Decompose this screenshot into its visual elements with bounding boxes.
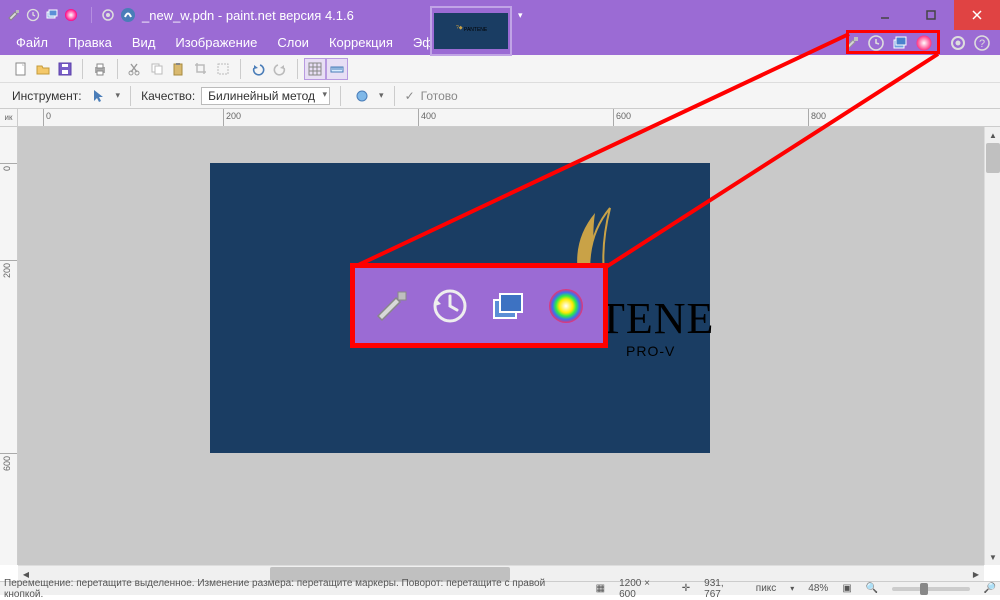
- svg-text:?: ?: [979, 38, 985, 50]
- history-icon[interactable]: [25, 7, 41, 23]
- menu-view[interactable]: Вид: [122, 32, 166, 53]
- window-title: _new_w.pdn - paint.net версия 4.1.6: [142, 8, 354, 23]
- dimensions-icon: ▦: [596, 583, 605, 594]
- logo-text: TENE: [598, 293, 714, 344]
- layers-icon[interactable]: [890, 32, 910, 54]
- unit-label[interactable]: пикс: [756, 583, 777, 594]
- close-button[interactable]: [954, 0, 1000, 30]
- tools-icon: [370, 284, 414, 328]
- zoom-fit-icon[interactable]: ▣: [842, 583, 851, 594]
- zoom-in-icon[interactable]: 🔎: [984, 583, 996, 594]
- panel-toggle-icons: ?: [842, 32, 994, 54]
- vertical-ruler: 0 200 600: [0, 127, 18, 565]
- zoom-knob[interactable]: [920, 583, 928, 595]
- gear-icon[interactable]: [100, 7, 116, 23]
- layers-icon[interactable]: [44, 7, 60, 23]
- logo-subtext: PRO-V: [626, 343, 675, 359]
- zoom-out-icon[interactable]: 🔍: [866, 583, 878, 594]
- tools-icon[interactable]: [6, 7, 22, 23]
- finish-label: Готово: [421, 89, 458, 103]
- menu-layers[interactable]: Слои: [267, 32, 319, 53]
- callout-box: [350, 263, 608, 348]
- redo-icon[interactable]: [269, 58, 291, 80]
- tools-icon[interactable]: [842, 32, 862, 54]
- open-file-icon[interactable]: [32, 58, 54, 80]
- menu-image[interactable]: Изображение: [165, 32, 267, 53]
- minimize-button[interactable]: [862, 0, 908, 30]
- cursor-icon: ✛: [682, 583, 690, 594]
- deselect-icon[interactable]: [212, 58, 234, 80]
- sampling-icon[interactable]: [351, 85, 373, 107]
- status-bar: Перемещение: перетащите выделенное. Изме…: [0, 581, 1000, 595]
- app-logo-icon: [120, 7, 136, 23]
- colors-icon: [544, 284, 588, 328]
- sampling-dropdown-icon[interactable]: ▾: [379, 90, 384, 101]
- copy-icon[interactable]: [146, 58, 168, 80]
- vertical-scrollbar[interactable]: ▲ ▼: [984, 127, 1000, 565]
- thumbnail-dropdown-icon[interactable]: ▾: [518, 10, 523, 21]
- layers-icon: [486, 284, 530, 328]
- menu-file[interactable]: Файл: [6, 32, 58, 53]
- colors-icon[interactable]: [63, 7, 79, 23]
- tool-options-bar: Инструмент: ▾ Качество: Билинейный метод…: [0, 83, 1000, 109]
- finish-check-icon[interactable]: ✓: [405, 89, 415, 103]
- status-cursor: 931, 767: [704, 578, 742, 600]
- unit-dropdown-icon[interactable]: ▾: [790, 584, 794, 593]
- main-toolbar: [0, 55, 1000, 83]
- quality-label: Качество:: [141, 89, 195, 103]
- grid-icon[interactable]: [304, 58, 326, 80]
- status-hint: Перемещение: перетащите выделенное. Изме…: [4, 578, 568, 600]
- status-dimensions: 1200 × 600: [619, 578, 668, 600]
- undo-icon[interactable]: [247, 58, 269, 80]
- document-thumbnail[interactable]: ?◆ PANTENE: [430, 6, 512, 56]
- history-icon[interactable]: [866, 32, 886, 54]
- crop-icon[interactable]: [190, 58, 212, 80]
- move-tool-icon[interactable]: [88, 85, 110, 107]
- thumbnail-image: ?◆ PANTENE: [434, 13, 508, 49]
- menu-adjust[interactable]: Коррекция: [319, 32, 403, 53]
- help-icon[interactable]: ?: [972, 32, 992, 54]
- scroll-down-icon[interactable]: ▼: [985, 549, 1000, 565]
- quality-combo[interactable]: Билинейный метод: [201, 87, 330, 105]
- paste-icon[interactable]: [168, 58, 190, 80]
- horizontal-ruler: 0 200 400 600 800 1000 1200 1400: [18, 109, 1000, 127]
- separator: [91, 7, 92, 23]
- window-controls: [862, 0, 1000, 30]
- gear-icon[interactable]: [948, 32, 968, 54]
- ruler-icon[interactable]: [326, 58, 348, 80]
- scroll-up-icon[interactable]: ▲: [985, 127, 1000, 143]
- cut-icon[interactable]: [124, 58, 146, 80]
- new-file-icon[interactable]: [10, 58, 32, 80]
- tool-dropdown-icon[interactable]: ▾: [116, 90, 121, 101]
- ruler-corner: ик: [0, 109, 18, 127]
- colors-icon[interactable]: [914, 32, 934, 54]
- scrollbar-thumb[interactable]: [986, 143, 1000, 173]
- scroll-right-icon[interactable]: ▶: [968, 566, 984, 582]
- print-icon[interactable]: [89, 58, 111, 80]
- menu-edit[interactable]: Правка: [58, 32, 122, 53]
- tool-label: Инструмент:: [12, 89, 82, 103]
- save-icon[interactable]: [54, 58, 76, 80]
- maximize-button[interactable]: [908, 0, 954, 30]
- history-icon: [428, 284, 472, 328]
- status-zoom: 48%: [808, 583, 828, 594]
- titlebar-panel-icons: [6, 7, 79, 23]
- zoom-slider[interactable]: [892, 587, 969, 591]
